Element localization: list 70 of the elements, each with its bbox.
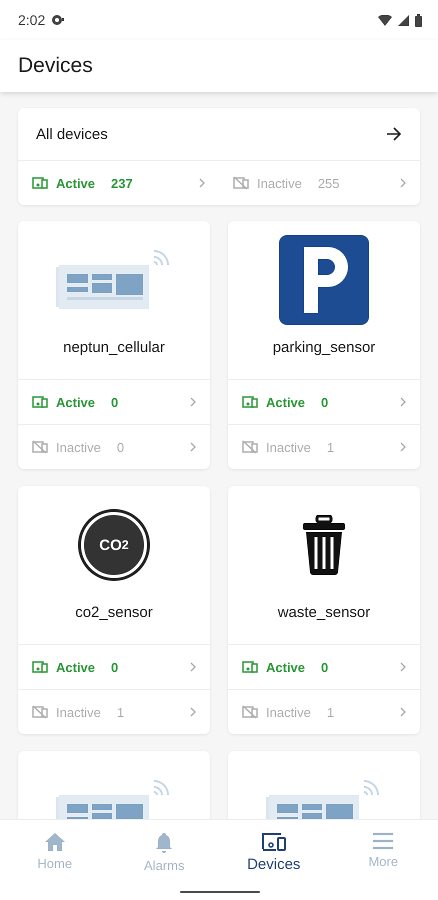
nav-tab[interactable]: Alarms	[110, 820, 219, 900]
nav-tab[interactable]: Devices	[219, 820, 328, 900]
chevron-icon	[400, 178, 406, 188]
device-icon	[242, 395, 258, 409]
active-count-row[interactable]: Active 0	[18, 379, 210, 424]
bell-icon	[155, 832, 174, 854]
nav-tab[interactable]: More	[328, 820, 438, 900]
device-card[interactable]: parking_sensor Active 0 Inactive 1	[228, 221, 420, 469]
status-label: Active	[56, 394, 96, 410]
status-count: 1	[116, 704, 126, 720]
status-count: 0	[321, 394, 330, 410]
arrow-right-icon[interactable]	[386, 127, 402, 141]
device-off-icon	[32, 440, 48, 454]
status-count: 0	[116, 440, 126, 454]
chevron-icon	[199, 178, 205, 188]
active-count-row[interactable]: Active 0	[228, 644, 420, 689]
device-card[interactable]: waste_sensor Active 0 Inactive 1	[228, 486, 420, 734]
device-card[interactable]: neptun_cellular Active 0 Inactive 0	[18, 221, 210, 469]
status-count: 1	[326, 704, 336, 720]
devices-icon	[260, 832, 287, 852]
chevron-icon	[190, 442, 196, 452]
status-count: 255	[318, 176, 341, 190]
status-count: 1	[326, 440, 336, 454]
status-label: Inactive	[56, 704, 101, 720]
status-label: Active	[266, 660, 306, 674]
status-count: 0	[111, 660, 120, 674]
status-label: Inactive	[266, 704, 311, 720]
device-off-icon	[242, 440, 258, 454]
battery-icon	[415, 14, 422, 26]
device-icon	[32, 395, 48, 409]
page-title: Devices	[18, 54, 93, 78]
device-off-icon	[32, 705, 48, 719]
device-name: waste_sensor	[278, 604, 370, 621]
status-label: Active	[56, 176, 96, 190]
active-count-row[interactable]: Active 0	[228, 379, 420, 424]
menu-icon	[372, 832, 394, 850]
device-off-icon	[242, 705, 258, 719]
status-count: 0	[321, 660, 330, 674]
home-icon	[44, 832, 66, 852]
active-count-row[interactable]: Active 237	[18, 161, 219, 205]
trash-icon	[302, 515, 346, 575]
chevron-icon	[400, 662, 406, 672]
nav-tab[interactable]: Home	[0, 820, 110, 900]
chevron-icon	[400, 442, 406, 452]
status-count: 0	[111, 394, 120, 410]
status-time: 2:02	[18, 12, 46, 28]
device-name: parking_sensor	[272, 339, 376, 356]
status-count: 237	[111, 176, 134, 190]
chevron-icon	[400, 707, 406, 717]
status-label: Active	[56, 660, 96, 674]
chevron-icon	[190, 397, 196, 407]
all-devices-title: All devices	[36, 126, 108, 142]
device-off-icon	[233, 176, 249, 190]
notification-icon	[51, 14, 66, 26]
status-label: Inactive	[56, 440, 101, 454]
chevron-icon	[190, 707, 196, 717]
chevron-icon	[190, 662, 196, 672]
signal-icon	[398, 14, 409, 26]
status-label: Active	[266, 394, 306, 410]
status-label: Inactive	[266, 440, 311, 454]
wifi-icon	[378, 14, 392, 26]
device-name: co2_sensor	[75, 604, 153, 621]
device-icon	[32, 176, 48, 190]
chevron-icon	[400, 397, 406, 407]
parking-sign-icon	[279, 235, 369, 325]
device-name: neptun_cellular	[63, 339, 165, 356]
active-count-row[interactable]: Active 0	[18, 644, 210, 689]
device-icon	[242, 660, 258, 674]
device-icon	[32, 660, 48, 674]
status-label: Inactive	[257, 176, 302, 190]
